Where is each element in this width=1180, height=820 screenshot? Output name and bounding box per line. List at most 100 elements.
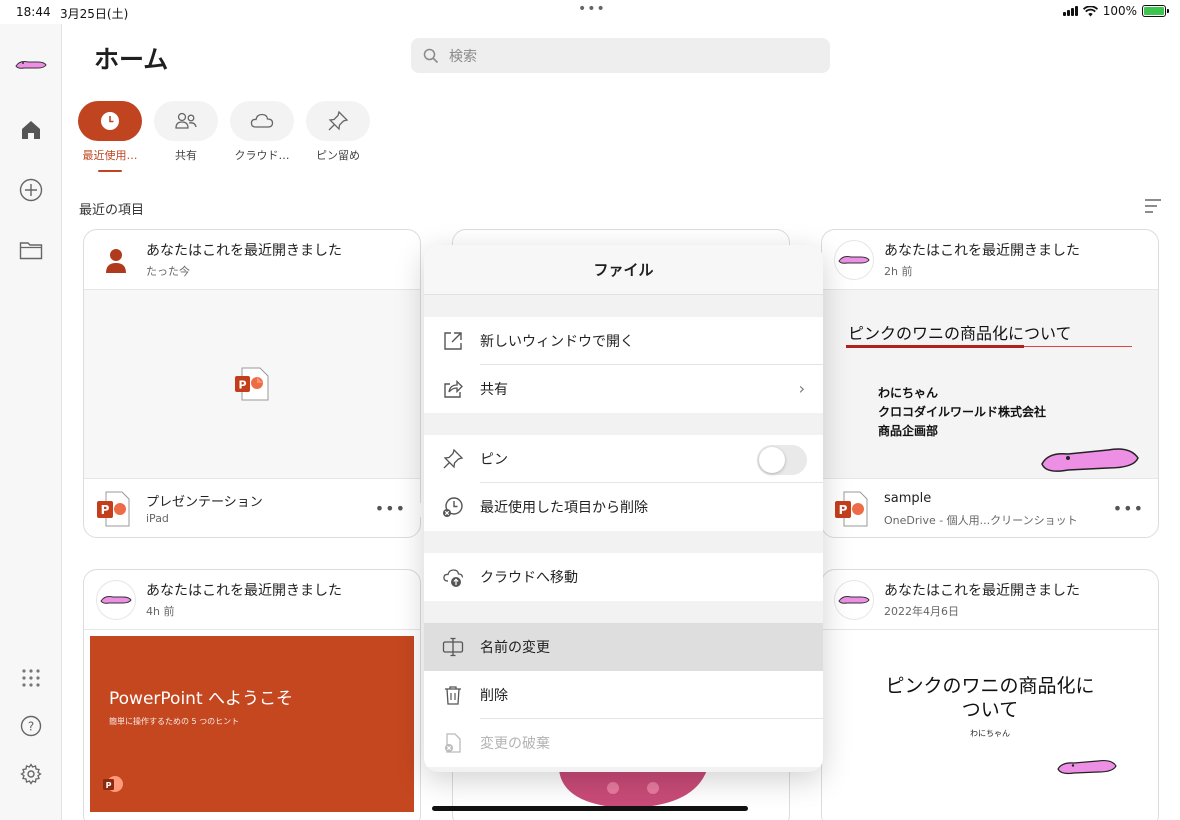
tab-recent[interactable]: 最近使用… <box>78 101 142 163</box>
slide-title: ピンクのワニの商品化について <box>848 324 1072 343</box>
svg-text:P: P <box>101 503 110 517</box>
card-heading: あなたはこれを最近開きました <box>884 243 1080 259</box>
menu-label: 変更の破棄 <box>480 736 550 752</box>
card-heading: あなたはこれを最近開きました <box>146 243 342 259</box>
pin-toggle[interactable] <box>757 445 807 475</box>
crocodile-avatar-icon <box>838 596 870 604</box>
clock-icon <box>101 112 119 130</box>
slide-title: ピンクのワニの商品化に ついて <box>885 675 1095 721</box>
help-icon[interactable]: ? <box>17 712 45 740</box>
create-new-icon[interactable] <box>17 176 45 204</box>
menu-label: クラウドへ移動 <box>480 570 578 586</box>
file-location: iPad <box>146 512 169 525</box>
battery-icon <box>1142 5 1169 17</box>
menu-label: 名前の変更 <box>480 640 550 656</box>
pink-crocodile-image <box>1057 759 1117 775</box>
card-heading: あなたはこれを最近開きました <box>146 583 342 599</box>
trash-icon <box>445 686 461 705</box>
file-context-menu: ファイル 新しいウィンドウで開く 共有 › ピン 最近使用した項目から削除 クラ… <box>424 245 823 772</box>
share-icon <box>444 379 463 398</box>
home-icon[interactable] <box>17 116 45 144</box>
tab-shared-label: 共有 <box>175 149 197 162</box>
user-avatar <box>96 240 136 280</box>
discard-file-icon <box>445 733 461 753</box>
status-bar: 18:44 3月25日(土) ••• 100% <box>0 0 1180 24</box>
slide-subtitle: わにちゃん <box>970 729 1010 738</box>
crocodile-avatar-icon <box>838 256 870 264</box>
file-location: OneDrive - 個人用...クリーンショット <box>884 514 1078 527</box>
slide-subtitle: 簡単に操作するための 5 つのヒント <box>109 717 240 726</box>
account-avatar[interactable] <box>14 48 48 82</box>
menu-discard-changes[interactable]: 変更の破棄 <box>424 719 823 767</box>
cloud-upload-icon <box>443 569 464 587</box>
clock-remove-icon <box>443 497 463 517</box>
more-options-button[interactable]: ••• <box>1113 499 1144 518</box>
settings-gear-icon[interactable] <box>17 760 45 788</box>
tab-shared[interactable]: 共有 <box>154 101 218 163</box>
svg-text:?: ? <box>28 720 34 734</box>
recent-card-pink-croc[interactable]: あなたはこれを最近開きました 2022年4月6日 ピンクのワニの商品化に ついて… <box>821 569 1159 820</box>
tab-pinned-label: ピン留め <box>316 149 360 162</box>
file-name: プレゼンテーション <box>146 495 263 510</box>
tab-cloud[interactable]: クラウド… <box>230 101 294 163</box>
menu-remove-recent[interactable]: 最近使用した項目から削除 <box>424 483 823 531</box>
recent-card-powerpoint-welcome[interactable]: あなたはこれを最近開きました 4h 前 PowerPoint へようこそ 簡単に… <box>83 569 421 820</box>
search-placeholder: 検索 <box>449 48 477 65</box>
sort-list-icon[interactable] <box>1144 198 1162 218</box>
card-thumbnail[interactable]: P <box>84 290 420 478</box>
card-time: 2h 前 <box>884 265 913 278</box>
recent-card-presentation[interactable]: あなたはこれを最近開きました たった今 P P プレゼンテーション iPad •… <box>83 229 421 538</box>
powerpoint-logo-icon: P <box>103 776 123 792</box>
powerpoint-icon: P <box>97 491 130 527</box>
menu-delete[interactable]: 削除 <box>424 671 823 719</box>
active-tab-indicator <box>98 170 122 172</box>
menu-label: 共有 <box>480 382 508 398</box>
people-icon <box>175 112 197 129</box>
apps-grid-icon[interactable] <box>17 664 45 692</box>
card-thumbnail[interactable]: ピンクのワニの商品化について わにちゃん クロコダイルワールド株式会社 商品企画… <box>822 290 1158 478</box>
menu-title: ファイル <box>424 245 823 295</box>
cloud-icon <box>250 113 274 128</box>
card-thumbnail[interactable]: PowerPoint へようこそ 簡単に操作するための 5 つのヒント P <box>84 630 420 820</box>
menu-label: 削除 <box>480 688 508 704</box>
more-options-button[interactable]: ••• <box>375 499 406 518</box>
status-date: 3月25日(土) <box>60 7 129 21</box>
slide-title: PowerPoint へようこそ <box>109 689 294 709</box>
pin-icon <box>328 110 349 131</box>
powerpoint-file-icon: P <box>235 367 269 401</box>
welcome-slide: PowerPoint へようこそ 簡単に操作するための 5 つのヒント P <box>90 636 414 812</box>
search-input[interactable]: 検索 <box>411 38 830 73</box>
card-thumbnail[interactable]: ピンクのワニの商品化に ついて わにちゃん <box>822 630 1158 820</box>
card-time: 4h 前 <box>146 605 175 618</box>
svg-text:P: P <box>238 379 246 392</box>
page-title: ホーム <box>94 45 169 74</box>
chevron-right-icon: › <box>798 379 805 398</box>
file-name: sample <box>884 491 932 506</box>
open-external-icon <box>444 332 462 350</box>
menu-share[interactable]: 共有 › <box>424 365 823 413</box>
pink-crocodile-image <box>1041 448 1139 472</box>
tab-pinned[interactable]: ピン留め <box>306 101 370 163</box>
menu-rename[interactable]: 名前の変更 <box>424 623 823 671</box>
home-indicator[interactable] <box>432 806 748 811</box>
status-right: 100% <box>1062 4 1169 18</box>
rename-icon <box>442 637 464 657</box>
slide-body: わにちゃん クロコダイルワールド株式会社 商品企画部 <box>878 386 1047 438</box>
tab-cloud-label: クラウド… <box>234 149 290 162</box>
pin-icon <box>443 448 464 469</box>
menu-pin[interactable]: ピン <box>424 435 823 483</box>
battery-percent: 100% <box>1102 4 1137 18</box>
card-time: 2022年4月6日 <box>884 605 959 618</box>
signal-icon <box>1062 6 1078 16</box>
recent-card-sample[interactable]: あなたはこれを最近開きました 2h 前 ピンクのワニの商品化について わにちゃん… <box>821 229 1159 538</box>
folder-icon[interactable] <box>17 236 45 264</box>
powerpoint-icon: P <box>835 491 868 527</box>
user-avatar <box>96 580 136 620</box>
user-avatar <box>834 580 874 620</box>
section-title: 最近の項目 <box>79 203 145 218</box>
menu-move-to-cloud[interactable]: クラウドへ移動 <box>424 553 823 601</box>
menu-label: 最近使用した項目から削除 <box>480 500 648 516</box>
menu-open-new-window[interactable]: 新しいウィンドウで開く <box>424 317 823 365</box>
card-time: たった今 <box>146 265 190 278</box>
multitasking-dots[interactable]: ••• <box>578 1 606 17</box>
